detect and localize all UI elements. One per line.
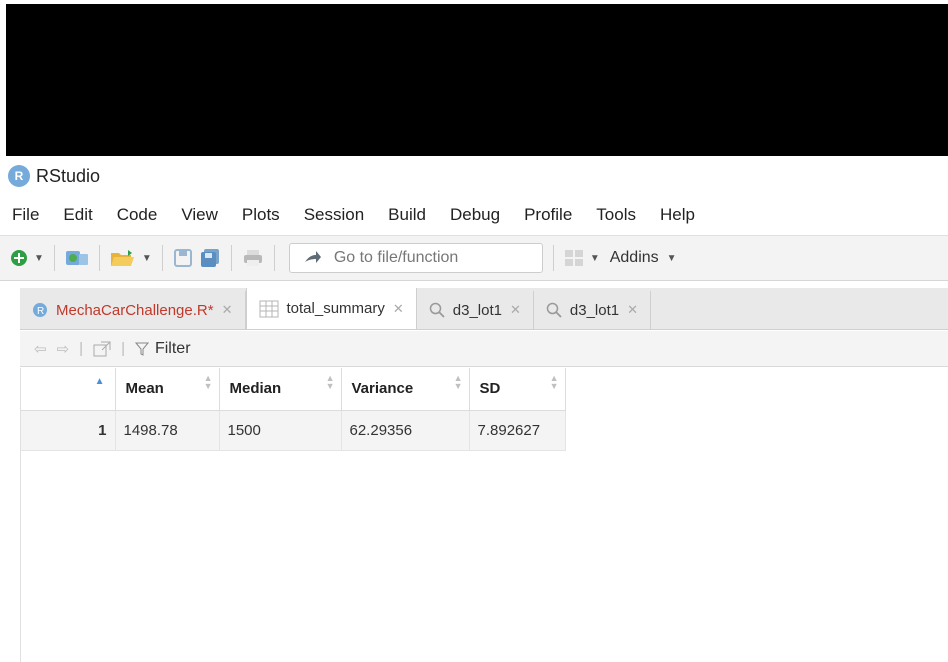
table-cell-sd: 7.892627 [469,410,566,451]
back-arrow-icon[interactable]: ⇦ [34,340,47,358]
project-icon [65,251,88,265]
table-cell-median: 1500 [219,410,342,451]
toolbar-separator [161,245,163,271]
print-icon [243,250,262,266]
addins-dropdown[interactable]: Addins ▼ [610,249,677,267]
save-all-button[interactable] [199,244,221,272]
tab-d3-lot1-second[interactable]: d3_lot1 ✕ [533,291,652,329]
svg-text:R: R [37,306,44,317]
forward-arrow-icon[interactable]: ⇨ [57,340,70,358]
menu-edit[interactable]: Edit [63,205,92,225]
toolbar-separator [53,245,55,271]
filter-label: Filter [154,339,191,357]
tab-label: d3_lot1 [569,301,620,319]
close-icon[interactable]: ✕ [510,302,521,318]
sort-asc-icon: ▲ [94,376,105,387]
new-file-button[interactable] [10,244,28,272]
toolbar-separator [552,245,554,271]
sort-icon: ▲ ▼ [549,373,559,391]
row-index-header[interactable]: ▲ [21,368,116,411]
print-button[interactable] [242,244,264,272]
magnifier-icon [546,302,562,318]
tab-mechacar-script[interactable]: R MechaCarChallenge.R* ✕ [20,291,246,329]
editor-tab-strip: R MechaCarChallenge.R* ✕ total_summary ✕… [20,288,948,330]
grid-panes-icon [564,250,583,266]
sort-icon: ▲ ▼ [203,373,213,391]
menu-plots[interactable]: Plots [242,205,280,225]
redacted-black-band [6,4,948,156]
rstudio-logo-icon: R [8,165,30,187]
save-icon [173,249,192,267]
close-icon[interactable]: ✕ [393,301,404,317]
table-cell-mean: 1498.78 [115,410,220,451]
menu-tools[interactable]: Tools [596,205,636,225]
toolbar-separator: | [121,340,125,357]
table-cell-variance: 62.29356 [341,410,470,451]
r-script-icon: R [33,303,47,317]
table-header-row: ▲ Mean ▲ ▼ Median ▲ ▼ Variance ▲ ▼ SD ▲ ▼ [21,368,566,411]
close-icon[interactable]: ✕ [222,302,233,318]
toolbar-separator [273,245,275,271]
arrow-right-icon [304,251,321,263]
menu-view[interactable]: View [181,205,218,225]
workspace-panes-button[interactable] [564,244,584,272]
column-header-variance[interactable]: Variance ▲ ▼ [341,368,470,411]
menu-code[interactable]: Code [117,205,158,225]
magnifier-icon [429,302,445,318]
sort-icon: ▲ ▼ [325,373,335,391]
window-title: RStudio [36,165,101,186]
menu-debug[interactable]: Debug [450,205,500,225]
open-file-button[interactable] [110,244,136,272]
tab-d3-lot1[interactable]: d3_lot1 ✕ [416,291,534,329]
goto-file-function-input[interactable]: Go to file/function [288,243,543,273]
column-header-mean[interactable]: Mean ▲ ▼ [115,368,220,411]
table-row: 1 1498.78 1500 62.29356 7.892627 [21,410,566,451]
menu-file[interactable]: File [12,205,39,225]
table-icon [259,300,278,317]
addins-label: Addins [609,249,659,266]
tab-label: MechaCarChallenge.R* [56,301,214,319]
menu-profile[interactable]: Profile [524,205,572,225]
chevron-down-icon[interactable]: ▼ [142,253,152,264]
menu-help[interactable]: Help [660,205,695,225]
tab-total-summary[interactable]: total_summary ✕ [245,288,417,329]
title-bar: R RStudio [8,162,100,190]
menu-build[interactable]: Build [388,205,426,225]
column-header-sd[interactable]: SD ▲ ▼ [469,368,566,411]
tab-label: total_summary [286,300,385,317]
chevron-down-icon: ▼ [666,252,677,264]
main-toolbar: ▼ ▼ Go to file/function ▼ Addins ▼ [0,235,948,281]
sort-icon: ▲ ▼ [453,373,463,391]
filter-button[interactable]: Filter [134,339,191,358]
save-button[interactable] [173,244,193,272]
data-viewer-toolbar: ⇦ ⇨ | | Filter [20,331,948,367]
row-index: 1 [21,410,116,451]
tab-label: d3_lot1 [452,301,502,319]
column-header-median[interactable]: Median ▲ ▼ [219,368,342,411]
toolbar-separator [230,245,232,271]
popout-window-icon[interactable] [93,341,111,357]
close-icon[interactable]: ✕ [627,302,638,318]
plus-circle-icon [11,250,27,266]
new-project-button[interactable] [65,244,89,272]
folder-open-icon [110,250,134,266]
menu-session[interactable]: Session [304,205,364,225]
goto-placeholder: Go to file/function [333,249,459,266]
toolbar-separator [98,245,100,271]
toolbar-separator: | [79,340,84,357]
save-all-icon [200,249,219,267]
chevron-down-icon[interactable]: ▼ [34,253,44,264]
data-grid: ▲ Mean ▲ ▼ Median ▲ ▼ Variance ▲ ▼ SD ▲ ▼ 1 1498… [20,368,948,662]
funnel-icon [134,342,149,356]
menu-bar: File Edit Code View Plots Session Build … [12,200,719,230]
summary-table: ▲ Mean ▲ ▼ Median ▲ ▼ Variance ▲ ▼ SD ▲ ▼ 1 1498… [21,368,566,451]
chevron-down-icon[interactable]: ▼ [590,253,600,264]
